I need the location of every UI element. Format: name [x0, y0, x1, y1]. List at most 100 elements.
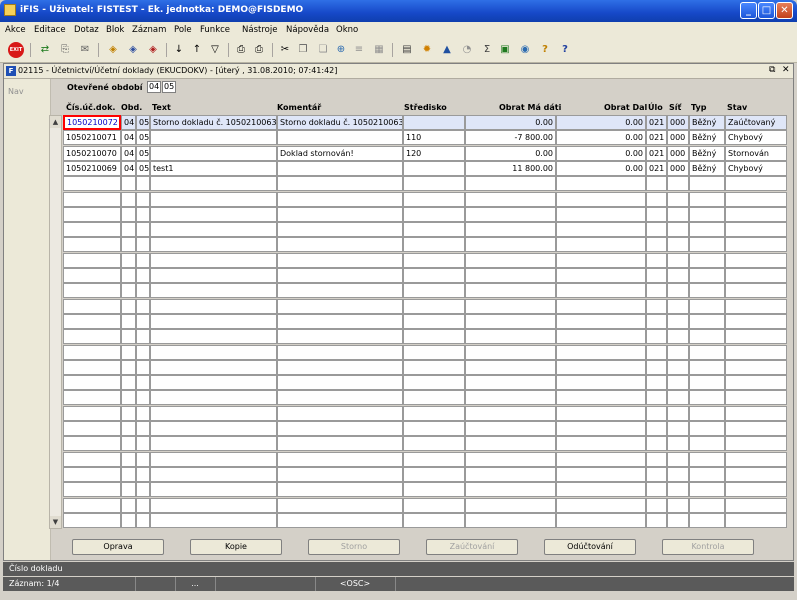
cell-md[interactable]: -7 800.00 — [465, 130, 556, 146]
cell-text[interactable] — [150, 451, 277, 467]
cell-cislo[interactable] — [63, 191, 121, 207]
cell-sit[interactable] — [667, 390, 689, 406]
cell-dal[interactable] — [556, 222, 646, 238]
menu-nastroje[interactable]: Nástroje — [242, 25, 277, 35]
cell-typ[interactable] — [689, 268, 725, 283]
cell-stav[interactable] — [725, 313, 787, 329]
attachment-icon[interactable]: ▲ — [440, 43, 454, 57]
cell-sit[interactable] — [667, 451, 689, 467]
cell-komentar[interactable] — [277, 237, 403, 253]
table-row[interactable] — [63, 222, 789, 238]
cell-obd1[interactable] — [121, 222, 136, 238]
cell-sit[interactable] — [667, 405, 689, 421]
close-button[interactable]: ✕ — [776, 2, 793, 19]
cell-cislo[interactable] — [63, 436, 121, 452]
cell-obd2[interactable] — [136, 375, 150, 391]
cell-ulo[interactable] — [646, 176, 667, 192]
cell-md[interactable] — [465, 313, 556, 329]
cell-md[interactable] — [465, 451, 556, 467]
sun-icon[interactable]: ✹ — [420, 43, 434, 57]
table-row[interactable] — [63, 466, 789, 482]
cell-md[interactable] — [465, 298, 556, 314]
cell-komentar[interactable] — [277, 497, 403, 513]
cell-cislo[interactable] — [63, 237, 121, 253]
cell-komentar[interactable] — [277, 451, 403, 467]
table-row[interactable]: 1050210069 04 05 test1 11 800.00 0.00 021 000 Bě… — [63, 160, 789, 176]
cell-text[interactable] — [150, 405, 277, 421]
cell-md[interactable] — [465, 359, 556, 375]
cell-obd1[interactable] — [121, 206, 136, 222]
cell-ulo[interactable] — [646, 298, 667, 314]
cell-stredisko[interactable] — [403, 115, 465, 130]
insert-record-icon[interactable]: ⊕ — [334, 43, 348, 57]
cell-dal[interactable] — [556, 191, 646, 207]
table-row[interactable] — [63, 206, 789, 222]
cell-cislo[interactable] — [63, 298, 121, 314]
cell-typ[interactable] — [689, 191, 725, 207]
cell-dal[interactable]: 0.00 — [556, 145, 646, 161]
period-month-field[interactable]: 05 — [162, 81, 176, 93]
restore-icon[interactable]: ⧉ — [769, 65, 775, 75]
table-row[interactable]: 1050210071 04 05 110 -7 800.00 0.00 021 000 Běžn… — [63, 130, 789, 146]
cell-obd1[interactable] — [121, 497, 136, 513]
cell-dal[interactable]: 0.00 — [556, 160, 646, 176]
cell-obd2[interactable] — [136, 482, 150, 498]
cell-stredisko[interactable] — [403, 160, 465, 176]
cell-sit[interactable]: 000 — [667, 145, 689, 161]
cell-sit[interactable]: 000 — [667, 130, 689, 146]
table-row[interactable] — [63, 298, 789, 314]
cell-cislo[interactable]: 1050210070 — [63, 145, 121, 161]
kontrola-button[interactable]: Kontrola — [662, 539, 754, 555]
cell-ulo[interactable] — [646, 375, 667, 391]
cell-komentar[interactable] — [277, 436, 403, 452]
cell-stredisko[interactable] — [403, 176, 465, 192]
cell-obd1[interactable] — [121, 359, 136, 375]
cell-stav[interactable] — [725, 344, 787, 360]
cell-text[interactable] — [150, 436, 277, 452]
cell-obd2[interactable] — [136, 512, 150, 528]
about-icon[interactable]: ? — [558, 43, 572, 57]
cell-stredisko[interactable] — [403, 206, 465, 222]
cell-stav[interactable] — [725, 298, 787, 314]
cell-obd1[interactable] — [121, 466, 136, 482]
cell-typ[interactable]: Běžný — [689, 145, 725, 161]
query-icon[interactable]: ◈ — [106, 43, 120, 57]
cell-md[interactable]: 11 800.00 — [465, 160, 556, 176]
cell-ulo[interactable] — [646, 359, 667, 375]
cell-obd1[interactable] — [121, 252, 136, 268]
cell-komentar[interactable] — [277, 466, 403, 482]
cell-obd2[interactable] — [136, 497, 150, 513]
cell-dal[interactable] — [556, 283, 646, 299]
menu-napoveda[interactable]: Nápověda — [286, 25, 329, 35]
cell-obd2[interactable] — [136, 237, 150, 253]
cell-stredisko[interactable] — [403, 436, 465, 452]
save-icon[interactable]: ⇄ — [38, 43, 52, 57]
cell-typ[interactable] — [689, 206, 725, 222]
cell-stav[interactable] — [725, 206, 787, 222]
cell-stredisko[interactable] — [403, 421, 465, 436]
cell-stredisko[interactable] — [403, 222, 465, 238]
cell-md[interactable] — [465, 344, 556, 360]
cell-text[interactable] — [150, 344, 277, 360]
cell-komentar[interactable] — [277, 222, 403, 238]
cell-obd2[interactable] — [136, 421, 150, 436]
cell-stredisko[interactable] — [403, 451, 465, 467]
nav-label[interactable]: Nav — [8, 87, 24, 96]
cell-md[interactable] — [465, 512, 556, 528]
cell-ulo[interactable] — [646, 283, 667, 299]
cell-ulo[interactable] — [646, 313, 667, 329]
cell-cislo[interactable] — [63, 283, 121, 299]
table-row[interactable] — [63, 359, 789, 375]
cell-ulo[interactable] — [646, 237, 667, 253]
cell-cislo[interactable] — [63, 405, 121, 421]
cell-text[interactable] — [150, 497, 277, 513]
cell-obd2[interactable] — [136, 268, 150, 283]
cell-obd2[interactable] — [136, 436, 150, 452]
chart-icon[interactable]: ◔ — [460, 43, 474, 57]
cell-komentar[interactable] — [277, 375, 403, 391]
table-row[interactable] — [63, 512, 789, 528]
cell-obd1[interactable] — [121, 237, 136, 253]
cell-dal[interactable] — [556, 451, 646, 467]
query-cancel-icon[interactable]: ◈ — [146, 43, 160, 57]
cell-obd1[interactable] — [121, 375, 136, 391]
